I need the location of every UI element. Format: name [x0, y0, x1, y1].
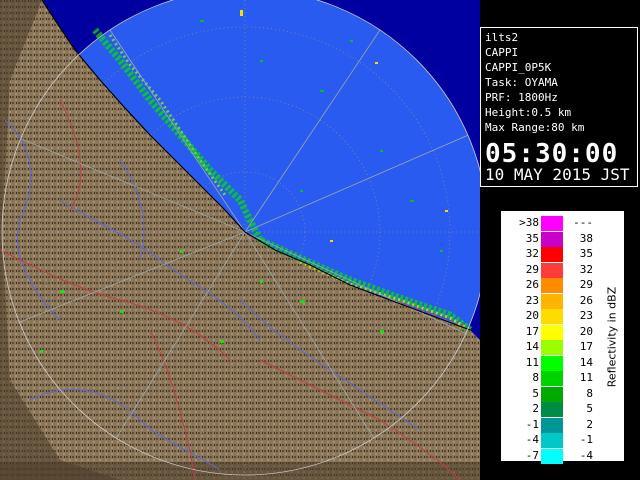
prf-value: PRF: 1800Hz [485, 91, 558, 104]
legend-low-value: >38 [519, 216, 539, 229]
land-outside-range-bottom [0, 462, 480, 480]
cappi-height: Height:0.5 km [485, 106, 572, 119]
legend-low-value: 32 [525, 247, 539, 260]
legend-color-swatch [541, 324, 563, 340]
legend-axis-label: Reflectivity in dBZ [605, 286, 619, 388]
legend-color-swatch [541, 417, 563, 433]
radar-site-name: ilts2 [485, 31, 519, 44]
legend-row: 11 14 [501, 355, 601, 371]
legend-color-swatch [541, 262, 563, 278]
radar-info-panel: ilts2 CAPPI CAPPI_0P5K Task: OYAMA PRF: … [480, 27, 638, 187]
legend-high-value: 20 [579, 324, 593, 338]
legend-high-value: 32 [579, 262, 593, 276]
legend-color-swatch [541, 278, 563, 293]
legend-high-value: 38 [579, 231, 593, 245]
legend-low-value: 11 [525, 355, 539, 369]
observation-time: 05:30:00 [485, 139, 619, 169]
legend-color-swatch [541, 309, 563, 324]
legend-color-swatch [541, 247, 563, 262]
legend-row: 17 20 [501, 324, 601, 340]
legend-row: 14 17 [501, 339, 601, 355]
legend-row: 29 32 [501, 262, 601, 278]
legend-high-value: 23 [579, 309, 593, 322]
legend-color-swatch [541, 231, 563, 247]
legend-low-value: 8 [532, 371, 539, 384]
legend-row: >38 --- [501, 215, 601, 231]
legend-low-value: 20 [525, 309, 539, 322]
legend-high-value: 26 [579, 293, 593, 307]
legend-low-value: 35 [525, 231, 539, 245]
legend-row: 8 11 [501, 370, 601, 386]
legend-high-value: --- [573, 216, 593, 229]
reflectivity-legend: >38 --- 35 38 32 35 29 32 26 29 23 26 20 23 17 20 14 17 11… [500, 210, 625, 464]
legend-high-value: -1 [579, 433, 593, 446]
legend-low-value: 14 [525, 340, 539, 353]
legend-row: 20 23 [501, 308, 601, 324]
legend-high-value: 5 [586, 402, 593, 415]
legend-color-swatch [541, 386, 563, 402]
legend-high-value: 2 [586, 417, 593, 431]
legend-color-swatch [541, 448, 563, 464]
legend-color-swatch [541, 216, 563, 231]
legend-low-value: 5 [532, 386, 539, 400]
legend-row: 26 29 [501, 277, 601, 293]
legend-high-value: 17 [579, 340, 593, 353]
legend-high-value: -4 [579, 448, 593, 462]
legend-row: -4 -1 [501, 432, 601, 448]
legend-high-value: 35 [579, 247, 593, 260]
legend-low-value: 29 [525, 262, 539, 276]
legend-row: 35 38 [501, 231, 601, 247]
legend-low-value: -4 [525, 433, 539, 446]
legend-low-value: -1 [525, 417, 539, 431]
legend-low-value: 26 [525, 278, 539, 291]
legend-row: 32 35 [501, 246, 601, 262]
legend-row: -1 2 [501, 417, 601, 433]
legend-high-value: 29 [579, 278, 593, 291]
legend-color-swatch [541, 355, 563, 371]
observation-date: 10 MAY 2015 JST [485, 165, 630, 184]
max-range: Max Range:80 km [485, 121, 585, 134]
legend-color-swatch [541, 371, 563, 386]
legend-row: -7 -4 [501, 448, 601, 464]
legend-low-value: -7 [525, 448, 539, 462]
legend-color-swatch [541, 340, 563, 355]
legend-low-value: 17 [525, 324, 539, 338]
legend-low-value: 23 [525, 293, 539, 307]
legend-row: 25 [501, 401, 601, 417]
legend-color-swatch [541, 402, 563, 417]
product-name: CAPPI_0P5K [485, 61, 552, 74]
legend-low-value: 2 [532, 402, 539, 415]
legend-high-value: 8 [586, 386, 593, 400]
task-name: Task: OYAMA [485, 76, 558, 89]
legend-color-swatch [541, 293, 563, 309]
legend-row: 23 26 [501, 293, 601, 309]
legend-color-swatch [541, 433, 563, 448]
legend-row: 58 [501, 386, 601, 402]
legend-high-value: 11 [579, 371, 593, 384]
product-type: CAPPI [485, 46, 519, 59]
legend-high-value: 14 [579, 355, 593, 369]
